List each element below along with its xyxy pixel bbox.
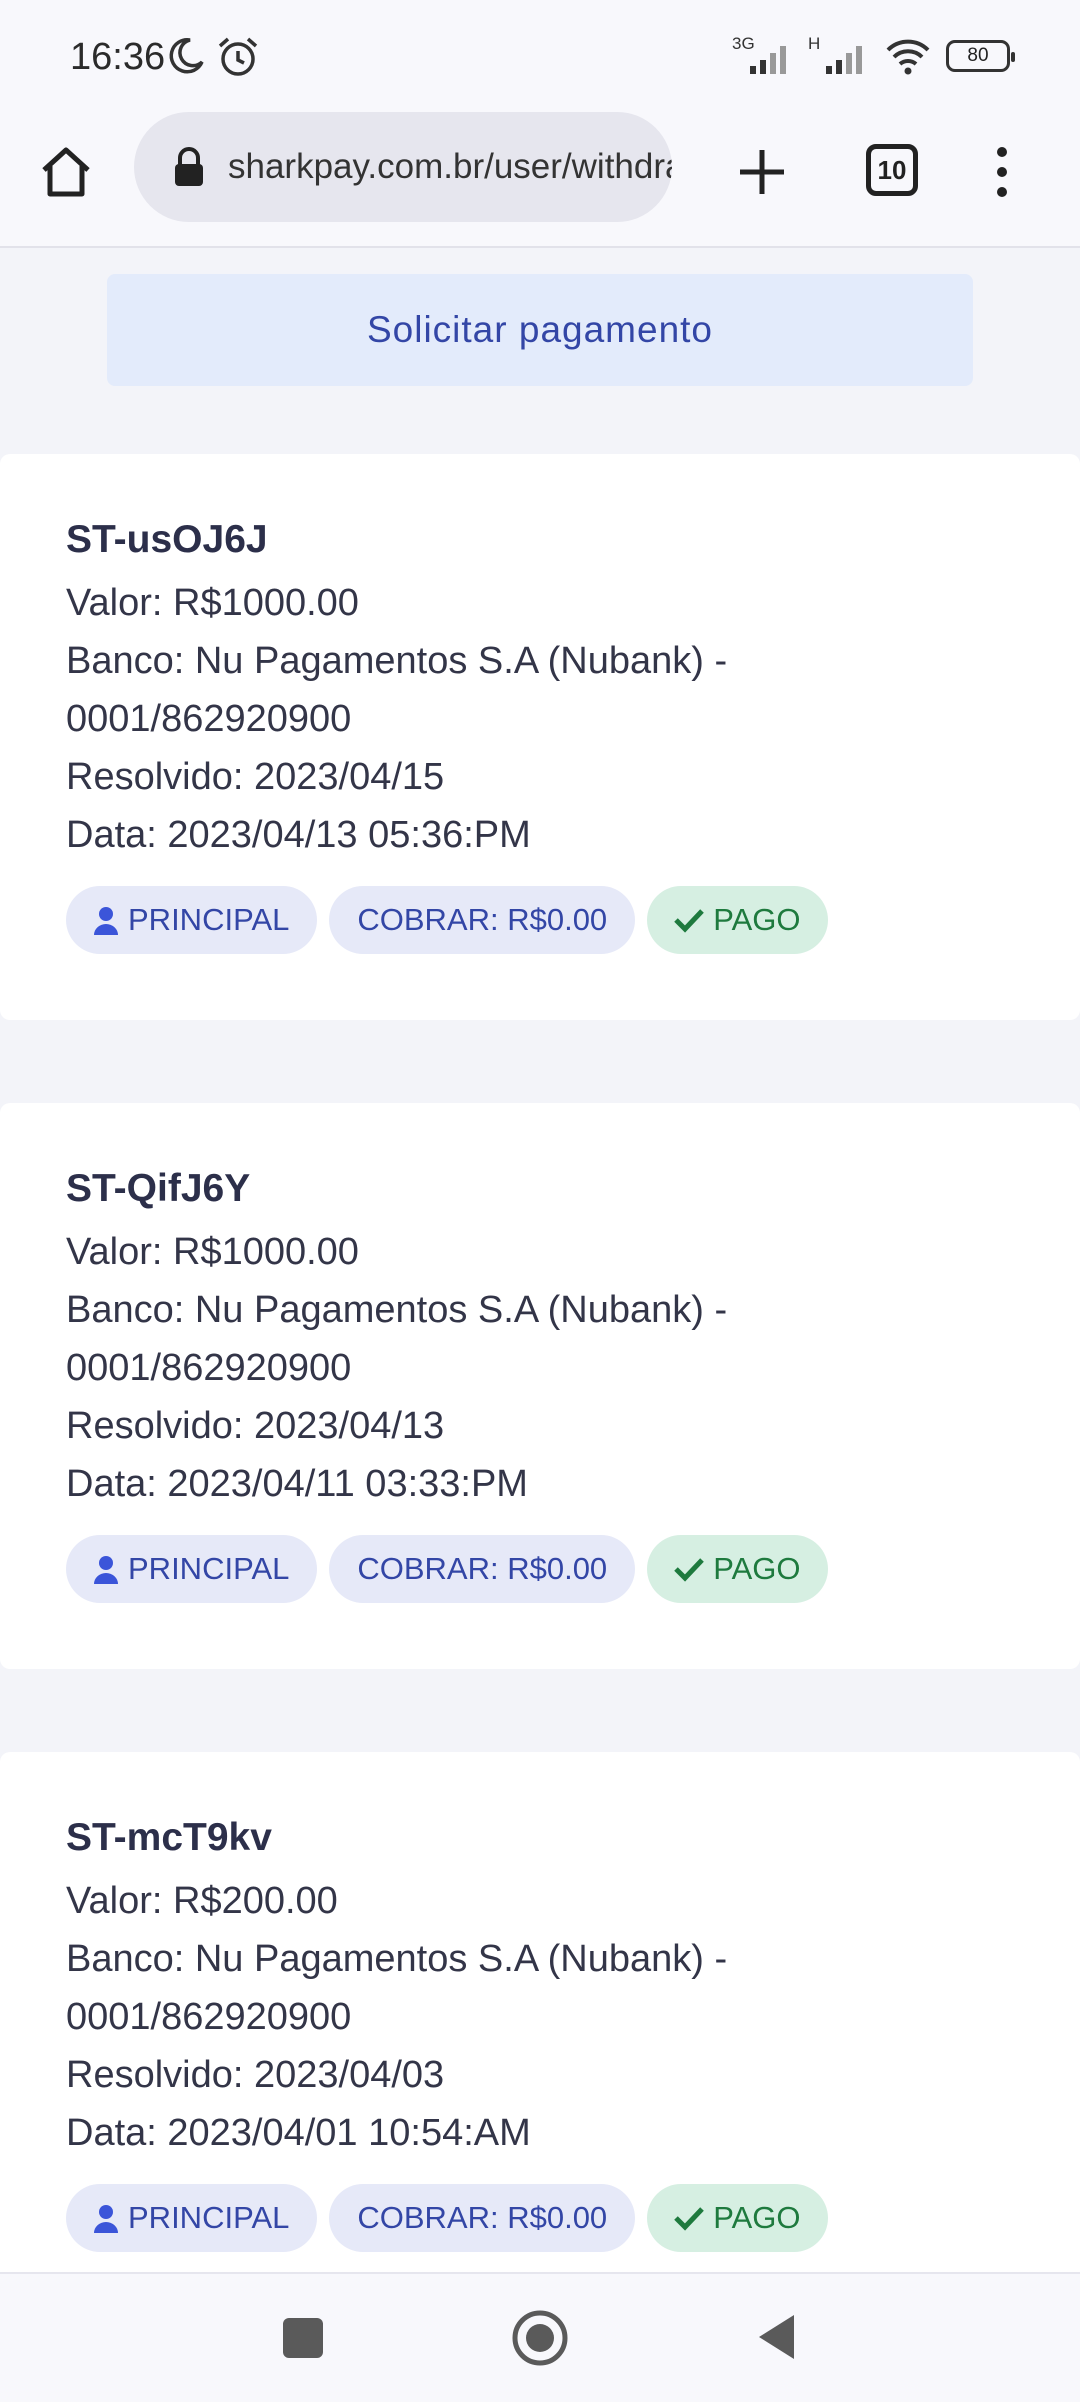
withdrawal-account: 0001/862920900 — [66, 698, 352, 740]
lock-icon — [175, 147, 203, 186]
withdrawal-bank: Banco: Nu Pagamentos S.A (Nubank) - — [66, 1289, 728, 1331]
page-content: Solicitar pagamento ST-usOJ6J Valor: R$1… — [0, 248, 1080, 2272]
moon-icon — [169, 38, 204, 74]
recents-button[interactable] — [283, 2318, 323, 2358]
withdrawal-chips: PRINCIPAL COBRAR: R$0.00 PAGO — [66, 2184, 829, 2252]
withdrawal-bank: Banco: Nu Pagamentos S.A (Nubank) - — [66, 1938, 728, 1980]
user-icon — [94, 1556, 118, 1584]
principal-badge: PRINCIPAL — [66, 2184, 318, 2252]
back-icon[interactable] — [756, 2312, 796, 2362]
withdrawal-chips: PRINCIPAL COBRAR: R$0.00 PAGO — [66, 886, 829, 954]
request-payment-button[interactable]: Solicitar pagamento — [107, 274, 973, 386]
withdrawal-card: ST-QifJ6Y Valor: R$1000.00 Banco: Nu Pag… — [0, 1103, 1080, 1669]
system-nav-bar — [0, 2272, 1080, 2402]
withdrawal-chips: PRINCIPAL COBRAR: R$0.00 PAGO — [66, 1535, 829, 1603]
principal-badge: PRINCIPAL — [66, 886, 318, 954]
user-icon — [94, 2205, 118, 2233]
browser-toolbar: sharkpay.com.br/user/withdraw 10 — [0, 112, 1080, 248]
home-icon[interactable] — [36, 142, 96, 202]
withdrawal-date: Data: 2023/04/11 03:33:PM — [66, 1463, 528, 1505]
more-menu-icon[interactable] — [990, 142, 1014, 202]
user-icon — [94, 907, 118, 935]
withdrawal-amount: Valor: R$200.00 — [66, 1880, 338, 1922]
alarm-icon — [218, 37, 258, 76]
withdrawal-amount: Valor: R$1000.00 — [66, 582, 359, 624]
new-tab-icon[interactable] — [730, 140, 794, 204]
withdrawal-resolved-date: Resolvido: 2023/04/03 — [66, 2054, 445, 2096]
withdrawal-id: ST-mcT9kv — [66, 1816, 272, 1859]
address-bar[interactable]: sharkpay.com.br/user/withdraw — [134, 112, 672, 222]
url-text: sharkpay.com.br/user/withdraw — [228, 147, 672, 186]
check-icon — [674, 2207, 705, 2231]
withdrawal-date: Data: 2023/04/01 10:54:AM — [66, 2112, 531, 2154]
fee-badge: COBRAR: R$0.00 — [329, 886, 636, 954]
withdrawal-account: 0001/862920900 — [66, 1996, 352, 2038]
check-icon — [674, 909, 705, 933]
signal-3g-icon: 3G — [732, 34, 794, 76]
home-circle-icon[interactable] — [510, 2308, 570, 2368]
check-icon — [674, 1558, 705, 1582]
status-badge: PAGO — [647, 886, 829, 954]
withdrawal-resolved-date: Resolvido: 2023/04/15 — [66, 756, 445, 798]
withdrawal-card: ST-usOJ6J Valor: R$1000.00 Banco: Nu Pag… — [0, 454, 1080, 1020]
status-badge: PAGO — [647, 2184, 829, 2252]
signal-h-icon: H — [808, 34, 870, 76]
fee-badge: COBRAR: R$0.00 — [329, 2184, 636, 2252]
withdrawal-account: 0001/862920900 — [66, 1347, 352, 1389]
withdrawal-id: ST-QifJ6Y — [66, 1167, 251, 1210]
fee-badge: COBRAR: R$0.00 — [329, 1535, 636, 1603]
battery-icon: 80 — [946, 40, 1015, 72]
status-time: 16:36 — [70, 36, 166, 78]
withdrawal-date: Data: 2023/04/13 05:36:PM — [66, 814, 531, 856]
status-badge: PAGO — [647, 1535, 829, 1603]
wifi-icon — [886, 39, 930, 75]
withdrawal-resolved-date: Resolvido: 2023/04/13 — [66, 1405, 445, 1447]
principal-badge: PRINCIPAL — [66, 1535, 318, 1603]
status-bar: 16:36 3G H 80 — [0, 0, 1080, 112]
withdrawal-bank: Banco: Nu Pagamentos S.A (Nubank) - — [66, 640, 728, 682]
withdrawal-amount: Valor: R$1000.00 — [66, 1231, 359, 1273]
withdrawal-card: ST-mcT9kv Valor: R$200.00 Banco: Nu Paga… — [0, 1752, 1080, 2272]
tab-switcher-button[interactable]: 10 — [866, 144, 918, 196]
withdrawal-id: ST-usOJ6J — [66, 518, 268, 561]
